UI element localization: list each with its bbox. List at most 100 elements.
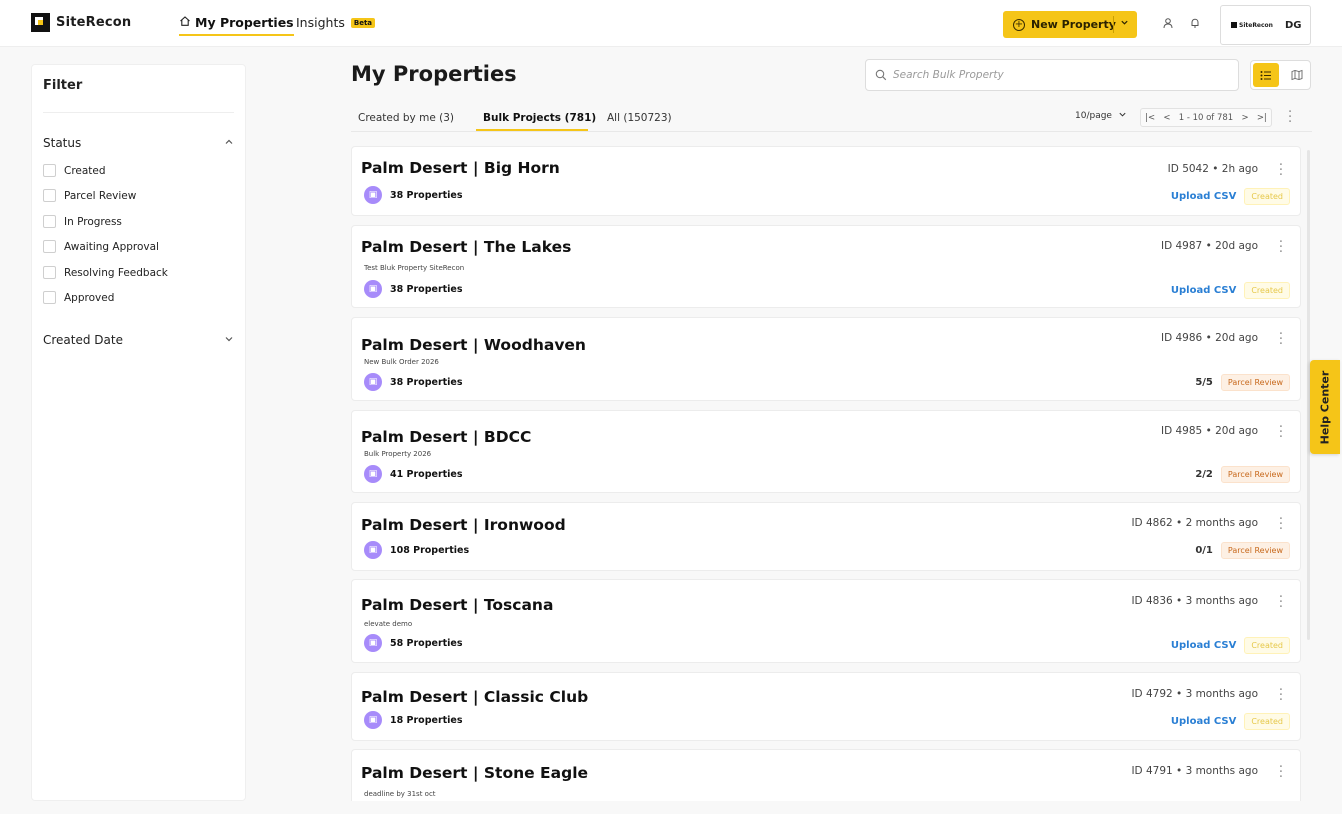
project-card[interactable]: Palm Desert | Toscana elevate demo ▣ 58 …: [351, 579, 1301, 663]
status-option-label: In Progress: [64, 215, 122, 228]
status-badge: Created: [1244, 713, 1290, 730]
first-page-icon[interactable]: |<: [1145, 113, 1155, 123]
upload-csv-link[interactable]: Upload CSV: [1171, 285, 1236, 296]
project-age: 3 months ago: [1185, 595, 1258, 607]
checkbox[interactable]: [43, 240, 56, 253]
project-id: ID 4836: [1131, 595, 1173, 607]
page-range: 1 - 10 of 781: [1178, 112, 1234, 123]
upload-csv-link[interactable]: Upload CSV: [1171, 716, 1236, 727]
project-age: 20d ago: [1215, 332, 1258, 344]
map-view-icon[interactable]: [1285, 63, 1309, 87]
tab-bulk-projects[interactable]: Bulk Projects (781): [483, 112, 596, 124]
checkbox[interactable]: [43, 266, 56, 279]
project-id: ID 5042: [1167, 163, 1209, 175]
checkbox[interactable]: [43, 215, 56, 228]
status-option-approved[interactable]: Approved: [43, 291, 114, 304]
status-badge: Parcel Review: [1220, 466, 1290, 483]
checkbox[interactable]: [43, 291, 56, 304]
nav-insights[interactable]: Insights Beta: [296, 15, 376, 30]
status-option-awaiting-approval[interactable]: Awaiting Approval: [43, 240, 159, 253]
project-status-area: 2/2 Parcel Review: [1195, 466, 1290, 483]
tab-created-by-me[interactable]: Created by me (3): [358, 112, 454, 124]
prev-page-icon[interactable]: <: [1163, 113, 1170, 123]
project-name: Palm Desert | BDCC: [361, 428, 532, 446]
status-option-created[interactable]: Created: [43, 164, 106, 177]
next-page-icon[interactable]: >: [1241, 113, 1248, 123]
project-meta: ID 4862 • 2 months ago: [1131, 517, 1258, 529]
brand-logo[interactable]: SiteRecon: [31, 13, 131, 32]
search-bar[interactable]: [865, 59, 1239, 91]
project-name: Palm Desert | Big Horn: [361, 159, 560, 177]
kebab-icon[interactable]: · · ·: [1279, 236, 1283, 259]
kebab-icon[interactable]: · · ·: [1279, 328, 1283, 351]
kebab-icon[interactable]: · · ·: [1279, 159, 1283, 182]
kebab-icon[interactable]: · · ·: [1279, 761, 1283, 784]
project-age: 2 months ago: [1185, 517, 1258, 529]
list-view-icon[interactable]: [1253, 63, 1279, 87]
kebab-icon[interactable]: · · ·: [1279, 421, 1283, 444]
org-logo-text: SiteRecon: [1239, 21, 1273, 29]
project-id: ID 4862: [1131, 517, 1173, 529]
kebab-icon[interactable]: · · ·: [1279, 513, 1283, 536]
user-account-menu[interactable]: SiteRecon DG: [1220, 5, 1311, 45]
kebab-icon[interactable]: · · ·: [1279, 684, 1283, 707]
kebab-icon[interactable]: · · ·: [1288, 106, 1292, 129]
search-input[interactable]: [893, 69, 1213, 81]
status-option-in-progress[interactable]: In Progress: [43, 215, 122, 228]
checkbox[interactable]: [43, 189, 56, 202]
project-meta: ID 4986 • 20d ago: [1160, 332, 1258, 344]
properties-count: 38 Properties: [390, 376, 463, 388]
search-icon: [875, 66, 887, 85]
plus-circle-icon: +: [1013, 18, 1025, 31]
user-icon[interactable]: [1160, 15, 1176, 31]
project-age: 3 months ago: [1185, 688, 1258, 700]
project-card[interactable]: Palm Desert | BDCC Bulk Property 2026 ▣ …: [351, 410, 1301, 493]
nav-my-properties-label: My Properties: [195, 15, 294, 30]
org-logo: SiteRecon: [1231, 22, 1273, 29]
page-size-select[interactable]: 10/page: [1075, 110, 1127, 122]
upload-csv-link[interactable]: Upload CSV: [1171, 191, 1236, 202]
properties-icon: ▣: [364, 634, 382, 652]
status-option-resolving-feedback[interactable]: Resolving Feedback: [43, 266, 168, 279]
status-badge: Parcel Review: [1220, 542, 1290, 559]
status-option-label: Created: [64, 164, 106, 177]
progress-count: 0/1: [1195, 545, 1213, 556]
upload-csv-link[interactable]: Upload CSV: [1171, 640, 1236, 651]
project-status-area: Upload CSV Created: [1171, 188, 1290, 205]
status-option-parcel-review[interactable]: Parcel Review: [43, 189, 136, 202]
help-center-button[interactable]: Help Center: [1310, 360, 1340, 454]
checkbox[interactable]: [43, 164, 56, 177]
status-filter-header[interactable]: Status: [43, 136, 234, 150]
properties-icon: ▣: [364, 541, 382, 559]
created-date-filter-header[interactable]: Created Date: [43, 333, 234, 347]
project-card[interactable]: Palm Desert | Ironwood ▣ 108 Properties …: [351, 502, 1301, 571]
app-root: SiteRecon My Properties Insights Beta + …: [0, 0, 1342, 814]
project-card[interactable]: Palm Desert | Classic Club ▣ 18 Properti…: [351, 672, 1301, 741]
beta-badge: Beta: [350, 17, 376, 28]
nav-my-properties[interactable]: My Properties: [179, 15, 294, 36]
project-age: 20d ago: [1215, 425, 1258, 437]
project-id: ID 4985: [1160, 425, 1203, 437]
project-name: Palm Desert | Woodhaven: [361, 336, 586, 354]
last-page-icon[interactable]: >|: [1257, 113, 1267, 123]
properties-count: 41 Properties: [390, 468, 463, 480]
project-meta: ID 4836 • 3 months ago: [1131, 595, 1258, 607]
project-card[interactable]: Palm Desert | Stone Eagle deadline by 31…: [351, 749, 1301, 801]
project-meta: ID 4985 • 20d ago: [1160, 425, 1258, 437]
project-status-area: Upload CSV Created: [1171, 282, 1290, 299]
status-filter-label: Status: [43, 136, 82, 150]
kebab-icon[interactable]: · · ·: [1279, 591, 1283, 614]
bell-icon[interactable]: [1187, 15, 1203, 31]
project-card[interactable]: Palm Desert | The Lakes Test Bluk Proper…: [351, 225, 1301, 308]
project-properties: ▣ 18 Properties: [364, 711, 463, 729]
pagination: |< < 1 - 10 of 781 > >|: [1140, 108, 1272, 127]
chevron-down-icon[interactable]: [1120, 18, 1129, 30]
properties-icon: ▣: [364, 373, 382, 391]
project-status-area: Upload CSV Created: [1171, 637, 1290, 654]
tab-all[interactable]: All (150723): [607, 112, 672, 124]
new-property-button[interactable]: + New Property: [1003, 11, 1137, 38]
project-card[interactable]: Palm Desert | Big Horn ▣ 38 Properties I…: [351, 146, 1301, 216]
project-card[interactable]: Palm Desert | Woodhaven New Bulk Order 2…: [351, 317, 1301, 401]
project-description: elevate demo: [364, 620, 413, 628]
project-properties: ▣ 41 Properties: [364, 465, 463, 483]
